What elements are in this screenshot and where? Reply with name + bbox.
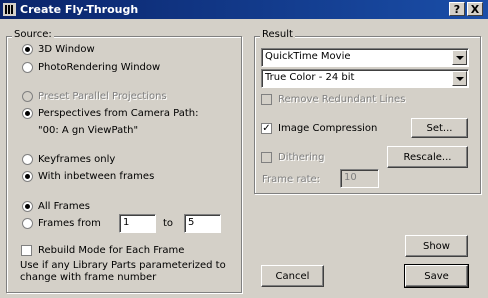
checkbox-indicator [261,94,272,105]
radio-label: Preset Parallel Projections [38,91,167,102]
title-bar: Create Fly-Through ? X [0,0,488,19]
radio-indicator [22,62,33,73]
image-compression-checkbox[interactable]: ✓ Image Compression [261,123,377,134]
chevron-down-icon[interactable] [452,71,467,86]
set-button[interactable]: Set... [411,118,468,138]
radio-indicator [22,91,33,102]
radio-label: Frames from [38,218,101,229]
radio-indicator [22,171,33,182]
radio-label: PhotoRendering Window [38,62,161,73]
chevron-down-icon[interactable] [452,50,467,65]
app-icon [3,3,16,16]
rebuild-mode-checkbox[interactable]: Rebuild Mode for Each Frame [21,245,184,256]
radio-indicator [22,44,33,55]
radio-3d-window[interactable]: 3D Window [22,44,95,55]
radio-indicator [22,154,33,165]
frame-rate-input[interactable]: 10 [340,169,379,188]
radio-indicator [22,108,33,119]
checkbox-indicator [21,245,32,256]
frames-from-input[interactable]: 1 [119,214,156,233]
window-title: Create Fly-Through [20,3,139,16]
radio-photorendering-window[interactable]: PhotoRendering Window [22,62,160,73]
cancel-button[interactable]: Cancel [261,265,324,287]
save-button[interactable]: Save [404,264,469,288]
color-depth-select[interactable]: True Color - 24 bit [261,69,469,88]
checkbox-label: Remove Redundant Lines [278,94,406,105]
output-format-value: QuickTime Movie [265,51,351,62]
show-button[interactable]: Show [405,235,468,257]
checkbox-indicator [261,152,272,163]
dithering-checkbox[interactable]: Dithering [261,152,324,163]
radio-label: 3D Window [38,44,95,55]
checkbox-label: Dithering [278,152,325,163]
radio-perspectives-camera-path[interactable]: Perspectives from Camera Path: [22,108,199,119]
frame-rate-label: Frame rate: [262,174,321,185]
radio-keyframes-only[interactable]: Keyframes only [22,154,115,165]
radio-label: Keyframes only [38,154,116,165]
checkbox-label: Rebuild Mode for Each Frame [38,245,185,256]
checkbox-label: Image Compression [278,123,378,134]
close-button[interactable]: X [467,2,483,16]
output-format-select[interactable]: QuickTime Movie [261,48,469,67]
source-legend: Source: [12,29,54,40]
radio-all-frames[interactable]: All Frames [22,201,90,212]
to-label: to [163,218,174,229]
color-depth-value: True Color - 24 bit [265,72,355,83]
radio-indicator [22,218,33,229]
remove-redundant-lines-checkbox[interactable]: Remove Redundant Lines [261,94,405,105]
rescale-button[interactable]: Rescale... [387,146,468,168]
result-legend: Result [260,29,295,40]
radio-label: With inbetween frames [38,171,155,182]
radio-label: Perspectives from Camera Path: [38,108,199,119]
radio-indicator [22,201,33,212]
rebuild-note: Use if any Library Parts parameterized t… [20,260,226,283]
radio-preset-parallel[interactable]: Preset Parallel Projections [22,91,167,102]
radio-frames-from[interactable]: Frames from [22,218,101,229]
help-button[interactable]: ? [449,2,465,16]
radio-label: All Frames [38,201,90,212]
checkbox-indicator: ✓ [261,122,272,134]
camera-path-name: "00: A gn ViewPath" [38,125,139,136]
frames-to-input[interactable]: 5 [184,214,221,233]
radio-with-inbetween-frames[interactable]: With inbetween frames [22,171,154,182]
